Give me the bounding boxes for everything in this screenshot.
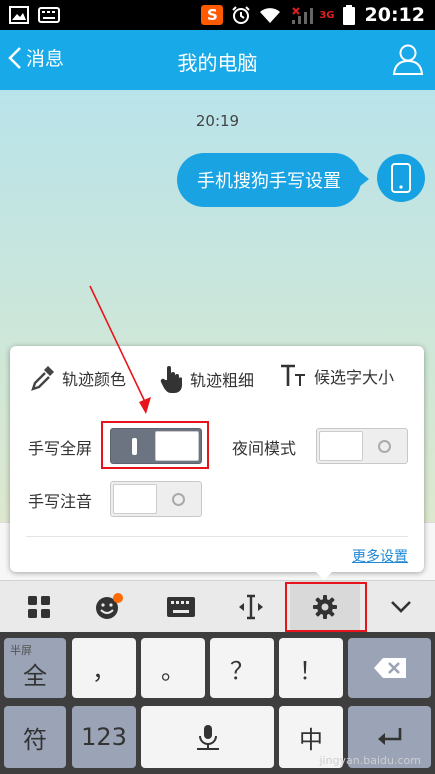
trace-color-option[interactable]: 轨迹颜色 <box>30 364 126 392</box>
exclaim-key[interactable]: ！ <box>279 638 343 698</box>
image-icon <box>8 5 30 25</box>
keyboard-toolbar <box>0 580 435 633</box>
night-mode-toggle[interactable] <box>316 428 408 464</box>
trace-color-label: 轨迹颜色 <box>62 370 127 389</box>
question-key[interactable]: ？ <box>210 638 274 698</box>
more-settings-link[interactable]: 更多设置 <box>352 546 408 566</box>
numbers-key[interactable]: 123 <box>72 706 136 768</box>
avatar[interactable] <box>377 154 425 202</box>
fullwidth-key[interactable]: 半屏 全 <box>4 638 66 698</box>
backspace-key[interactable] <box>348 638 431 698</box>
keyboard: 半屏 全 ， 。 ？ ！ 符 123 中 <box>0 632 435 774</box>
app-header: 消息 我的电脑 <box>0 30 435 90</box>
phone-icon <box>391 163 411 193</box>
wifi-icon <box>259 5 281 25</box>
cursor-move-button[interactable] <box>216 581 286 633</box>
enter-icon <box>377 728 401 745</box>
space-key[interactable] <box>141 706 274 768</box>
phonetic-toggle[interactable] <box>110 481 202 517</box>
status-bar: S 3G 20:12 <box>0 0 435 30</box>
handwriting-settings-popup: 轨迹颜色 轨迹粗细 候选字大小 手写全屏 夜间模式 手写注音 更多设置 <box>10 346 424 580</box>
collapse-keyboard-button[interactable] <box>366 581 435 633</box>
signal-icon <box>288 5 318 25</box>
phonetic-label: 手写注音 <box>28 492 93 511</box>
fullscreen-label: 手写全屏 <box>28 439 93 458</box>
backspace-icon <box>373 658 406 678</box>
page-title: 我的电脑 <box>177 51 258 75</box>
fullwidth-sub-label: 半屏 <box>10 644 32 657</box>
battery-icon <box>342 5 356 25</box>
sogou-icon: S <box>201 5 224 25</box>
candidate-size-option[interactable]: 候选字大小 <box>280 364 394 388</box>
hand-pointer-icon <box>160 366 182 393</box>
person-icon <box>392 44 424 75</box>
fullwidth-label: 全 <box>23 661 47 690</box>
alarm-icon <box>230 5 252 25</box>
text-size-icon <box>281 364 305 386</box>
chevron-down-icon <box>391 601 411 613</box>
candidate-size-label: 候选字大小 <box>314 368 395 387</box>
cursor-icon <box>239 594 263 620</box>
dropper-icon <box>31 366 54 391</box>
trace-width-label: 轨迹粗细 <box>190 371 255 390</box>
emoji-icon <box>96 593 123 619</box>
annotation-box-settings <box>285 582 367 632</box>
grid-icon <box>28 596 50 618</box>
divider <box>26 536 408 537</box>
status-time: 20:12 <box>364 4 425 26</box>
night-mode-label: 夜间模式 <box>232 439 297 458</box>
keyboard-switch-button[interactable] <box>146 581 216 633</box>
microphone-icon <box>196 725 219 750</box>
period-key[interactable]: 。 <box>141 638 205 698</box>
apps-button[interactable] <box>4 581 74 633</box>
message-bubble[interactable]: 手机搜狗手写设置 <box>177 153 369 207</box>
profile-button[interactable] <box>391 42 425 76</box>
keyboard-icon <box>38 5 60 25</box>
watermark: jingyan.baidu.com <box>319 754 421 767</box>
emoji-button[interactable] <box>74 581 144 633</box>
keyboard-icon <box>167 597 195 617</box>
comma-key[interactable]: ， <box>72 638 136 698</box>
annotation-box-fullscreen <box>101 421 209 469</box>
symbols-key[interactable]: 符 <box>4 706 66 768</box>
trace-width-option[interactable]: 轨迹粗细 <box>160 364 254 394</box>
network-type-label: 3G <box>319 9 335 21</box>
message-timestamp: 20:19 <box>195 112 240 130</box>
